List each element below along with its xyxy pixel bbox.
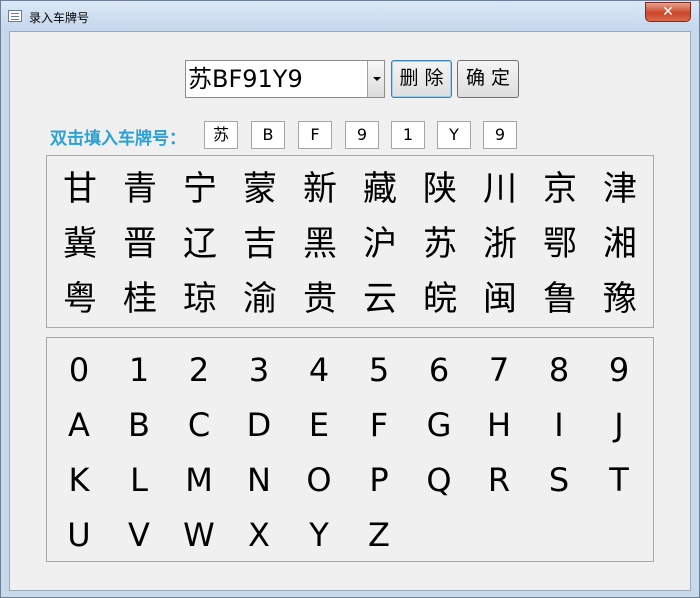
form-body: 苏BF91Y9 删 除 确 定 双击填入车牌号： 苏 B F 9 1 Y 9 甘… bbox=[9, 31, 691, 591]
alnum-key[interactable]: Y bbox=[289, 508, 349, 563]
alnum-key[interactable]: B bbox=[109, 398, 169, 453]
title-bar: 录入车牌号 ✕ bbox=[1, 1, 699, 31]
alnum-key[interactable]: C bbox=[169, 398, 229, 453]
alnum-key[interactable]: J bbox=[589, 398, 649, 453]
province-key[interactable]: 沪 bbox=[350, 217, 410, 272]
alnum-key[interactable]: 1 bbox=[109, 343, 169, 398]
province-key[interactable]: 贵 bbox=[290, 272, 350, 327]
province-key[interactable]: 宁 bbox=[170, 162, 230, 217]
province-key[interactable]: 青 bbox=[110, 162, 170, 217]
province-key[interactable]: 皖 bbox=[410, 272, 470, 327]
province-key[interactable]: 辽 bbox=[170, 217, 230, 272]
province-key[interactable]: 津 bbox=[590, 162, 650, 217]
alnum-key[interactable]: O bbox=[289, 453, 349, 508]
hint-label: 双击填入车牌号： bbox=[50, 129, 186, 149]
plate-char-box[interactable]: 1 bbox=[391, 121, 425, 149]
province-key[interactable]: 渝 bbox=[230, 272, 290, 327]
alnum-key[interactable]: U bbox=[49, 508, 109, 563]
alnum-key[interactable]: F bbox=[349, 398, 409, 453]
alnum-key[interactable]: A bbox=[49, 398, 109, 453]
alnum-key[interactable]: T bbox=[589, 453, 649, 508]
province-key[interactable]: 晋 bbox=[110, 217, 170, 272]
alnum-key[interactable]: 5 bbox=[349, 343, 409, 398]
alnum-key[interactable]: 8 bbox=[529, 343, 589, 398]
province-key[interactable]: 吉 bbox=[230, 217, 290, 272]
province-key[interactable]: 冀 bbox=[50, 217, 110, 272]
confirm-button[interactable]: 确 定 bbox=[457, 60, 519, 98]
province-key[interactable]: 藏 bbox=[350, 162, 410, 217]
alnum-key[interactable]: P bbox=[349, 453, 409, 508]
alnum-key[interactable]: V bbox=[109, 508, 169, 563]
province-grid: 甘青宁蒙新藏陕川京津冀晋辽吉黑沪苏浙鄂湘粤桂琼渝贵云皖闽鲁豫 bbox=[50, 162, 650, 327]
alnum-key[interactable]: 6 bbox=[409, 343, 469, 398]
app-window: 录入车牌号 ✕ 苏BF91Y9 删 除 确 定 双击填入车牌号： 苏 B F 9… bbox=[0, 0, 700, 598]
alnum-key[interactable]: H bbox=[469, 398, 529, 453]
alnum-key[interactable]: E bbox=[289, 398, 349, 453]
province-key[interactable]: 京 bbox=[530, 162, 590, 217]
province-key[interactable]: 苏 bbox=[410, 217, 470, 272]
province-key[interactable]: 新 bbox=[290, 162, 350, 217]
plate-combobox-value: 苏BF91Y9 bbox=[188, 65, 303, 93]
alnum-key[interactable]: M bbox=[169, 453, 229, 508]
alnum-key[interactable]: X bbox=[229, 508, 289, 563]
alnum-key[interactable]: L bbox=[109, 453, 169, 508]
alnum-key[interactable]: N bbox=[229, 453, 289, 508]
alnum-key[interactable]: 9 bbox=[589, 343, 649, 398]
province-key[interactable]: 蒙 bbox=[230, 162, 290, 217]
alnum-key[interactable]: Z bbox=[349, 508, 409, 563]
province-keypad: 甘青宁蒙新藏陕川京津冀晋辽吉黑沪苏浙鄂湘粤桂琼渝贵云皖闽鲁豫 bbox=[46, 155, 654, 328]
alnum-key[interactable]: S bbox=[529, 453, 589, 508]
alnum-key[interactable]: G bbox=[409, 398, 469, 453]
alnum-keypad: 0123456789 ABCDEFGHIJ KLMNOPQRST UVWXYZ bbox=[46, 337, 654, 562]
province-key[interactable]: 琼 bbox=[170, 272, 230, 327]
alnum-key[interactable]: I bbox=[529, 398, 589, 453]
province-key[interactable]: 浙 bbox=[470, 217, 530, 272]
alnum-key[interactable]: 0 bbox=[49, 343, 109, 398]
chevron-down-icon[interactable] bbox=[367, 61, 384, 97]
alnum-key[interactable]: Q bbox=[409, 453, 469, 508]
province-key[interactable]: 鲁 bbox=[530, 272, 590, 327]
province-key[interactable]: 川 bbox=[470, 162, 530, 217]
alnum-key[interactable]: 3 bbox=[229, 343, 289, 398]
alnum-key[interactable]: D bbox=[229, 398, 289, 453]
close-button[interactable]: ✕ bbox=[645, 2, 691, 22]
alnum-key[interactable]: W bbox=[169, 508, 229, 563]
alnum-key[interactable]: 2 bbox=[169, 343, 229, 398]
plate-char-box[interactable]: B bbox=[251, 121, 285, 149]
plate-char-box[interactable]: 苏 bbox=[204, 121, 238, 149]
alnum-grid: 0123456789 ABCDEFGHIJ KLMNOPQRST UVWXYZ bbox=[49, 343, 649, 563]
plate-char-box[interactable]: 9 bbox=[483, 121, 517, 149]
province-key[interactable]: 粤 bbox=[50, 272, 110, 327]
alnum-key[interactable]: 7 bbox=[469, 343, 529, 398]
province-key[interactable]: 湘 bbox=[590, 217, 650, 272]
plate-char-box[interactable]: 9 bbox=[345, 121, 379, 149]
form-icon bbox=[8, 10, 22, 22]
alnum-key[interactable]: K bbox=[49, 453, 109, 508]
province-key[interactable]: 黑 bbox=[290, 217, 350, 272]
plate-char-box[interactable]: Y bbox=[437, 121, 471, 149]
province-key[interactable]: 陕 bbox=[410, 162, 470, 217]
delete-button[interactable]: 删 除 bbox=[391, 60, 452, 98]
alnum-key[interactable]: R bbox=[469, 453, 529, 508]
plate-char-box[interactable]: F bbox=[298, 121, 332, 149]
province-key[interactable]: 鄂 bbox=[530, 217, 590, 272]
province-key[interactable]: 甘 bbox=[50, 162, 110, 217]
plate-combobox[interactable]: 苏BF91Y9 bbox=[185, 60, 385, 98]
alnum-key[interactable]: 4 bbox=[289, 343, 349, 398]
window-title: 录入车牌号 bbox=[29, 11, 90, 25]
province-key[interactable]: 云 bbox=[350, 272, 410, 327]
province-key[interactable]: 桂 bbox=[110, 272, 170, 327]
province-key[interactable]: 豫 bbox=[590, 272, 650, 327]
province-key[interactable]: 闽 bbox=[470, 272, 530, 327]
